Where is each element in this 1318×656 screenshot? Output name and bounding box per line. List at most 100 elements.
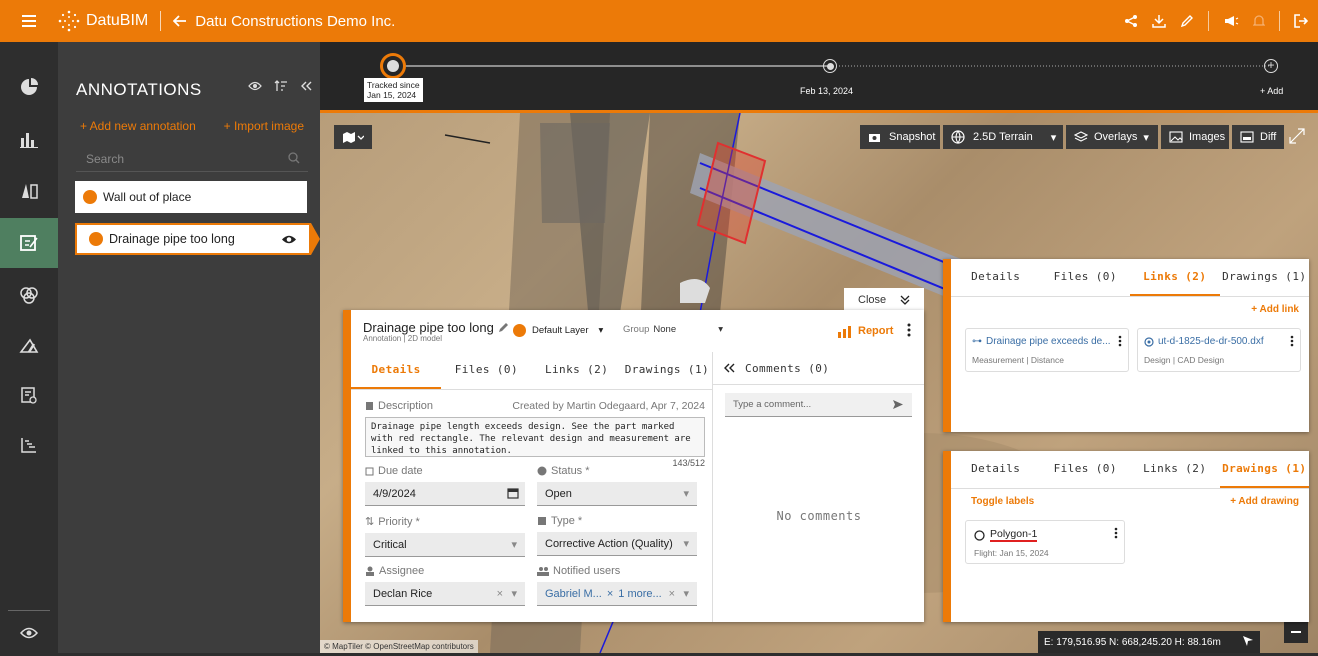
map-style-button[interactable] — [334, 125, 372, 149]
tracked-marker[interactable] — [380, 53, 406, 79]
link-meta: Measurement | Distance — [972, 355, 1064, 365]
timeline-marker[interactable] — [823, 59, 837, 73]
cad-icon — [1144, 336, 1154, 347]
tab-links[interactable]: Links (2) — [1130, 259, 1220, 296]
measure-icon: ⊶ — [972, 336, 982, 347]
coordinates-readout: E: 179,516.95 N: 668,245.20 H: 88.16m — [1038, 631, 1260, 653]
drawing-card[interactable]: Polygon-1 Flight: Jan 15, 2024 — [965, 520, 1125, 564]
announcement-icon[interactable] — [1223, 14, 1239, 28]
clear-icon[interactable]: × — [669, 588, 675, 600]
tab-details[interactable]: Details — [951, 451, 1041, 488]
annotation-item-selected[interactable]: Drainage pipe too long — [75, 223, 311, 255]
bell-icon[interactable] — [1253, 14, 1265, 28]
search-input[interactable]: Search — [76, 144, 308, 172]
snapshot-button[interactable]: Snapshot — [860, 125, 940, 149]
clear-icon[interactable]: × — [497, 588, 503, 600]
calendar-icon[interactable] — [507, 487, 519, 499]
description-textarea[interactable]: Drainage pipe length exceeds design. See… — [365, 417, 705, 457]
images-button[interactable]: Images — [1161, 125, 1229, 149]
nav-schedule-icon[interactable] — [0, 422, 58, 468]
sort-icon[interactable] — [274, 80, 288, 92]
edit-icon[interactable] — [1180, 14, 1194, 28]
tab-drawings[interactable]: Drawings (1) — [622, 352, 712, 389]
download-icon[interactable] — [1152, 14, 1166, 28]
link-title-row: ⊶ Drainage pipe exceeds de... — [972, 336, 1122, 347]
layer-select[interactable]: Default Layer ▾ — [513, 324, 603, 337]
link-card[interactable]: ut-d-1825-de-dr-500.dxf Design | CAD Des… — [1137, 328, 1301, 372]
assignee-select[interactable]: Declan Rice × ▾ — [365, 582, 525, 606]
send-icon[interactable] — [892, 399, 904, 410]
terrain-dropdown[interactable]: 2.5D Terrain ▾ — [943, 125, 1063, 149]
status-select[interactable]: Open ▾ — [537, 482, 697, 506]
share-icon[interactable] — [1124, 14, 1138, 28]
menu-icon[interactable] — [22, 15, 36, 27]
notified-select[interactable]: Gabriel M... × 1 more... × ▾ — [537, 582, 697, 606]
status-label: Status * — [537, 465, 697, 477]
nav-dashboard-icon[interactable] — [0, 64, 58, 110]
status-dot — [83, 190, 97, 204]
add-link-button[interactable]: + Add link — [1251, 304, 1299, 315]
nav-annotations-icon[interactable] — [0, 218, 58, 268]
status-value: Open — [545, 487, 572, 500]
images-label: Images — [1189, 131, 1226, 143]
diff-button[interactable]: Diff — [1232, 125, 1284, 149]
eye-icon[interactable] — [248, 81, 262, 91]
nav-visibility-eye-icon[interactable] — [0, 610, 58, 656]
add-annotation-link[interactable]: + Add new annotation — [80, 119, 196, 133]
add-flight-label[interactable]: + Add — [1260, 86, 1283, 96]
tab-files[interactable]: Files (0) — [1041, 259, 1131, 296]
more-options-icon[interactable] — [1118, 335, 1122, 347]
diff-label: Diff — [1260, 131, 1277, 143]
overlays-dropdown[interactable]: Overlays ▾ — [1066, 125, 1158, 149]
priority-select[interactable]: Critical ▾ — [365, 533, 525, 557]
back-arrow-icon[interactable] — [173, 15, 187, 27]
group-select[interactable]: Group None ▾ — [623, 324, 723, 335]
add-flight-icon[interactable]: + — [1264, 59, 1278, 73]
detail-tabs: Details Files (0) Links (2) Drawings (1) — [351, 352, 712, 390]
remove-chip-icon[interactable]: × — [607, 588, 613, 600]
tab-drawings[interactable]: Drawings (1) — [1219, 451, 1309, 488]
nav-layers-icon[interactable] — [0, 272, 58, 318]
type-select[interactable]: Corrective Action (Quality) ▾ — [537, 532, 697, 556]
report-button[interactable]: Report — [837, 324, 893, 338]
more-options-icon[interactable] — [1114, 527, 1118, 539]
collapse-comments-icon[interactable] — [723, 363, 735, 373]
more-options-icon[interactable] — [907, 323, 911, 337]
assignee-group: Assignee Declan Rice × ▾ — [365, 565, 525, 606]
add-drawing-button[interactable]: + Add drawing — [1230, 496, 1299, 507]
zoom-out-button[interactable] — [1284, 621, 1308, 643]
tab-links[interactable]: Links (2) — [532, 352, 622, 389]
due-date-field[interactable]: 4/9/2024 — [365, 482, 525, 506]
tab-details[interactable]: Details — [351, 352, 442, 389]
link-card[interactable]: ⊶ Drainage pipe exceeds de... Measurement… — [965, 328, 1129, 372]
expand-icon[interactable] — [1288, 127, 1306, 145]
annotations-panel: ANNOTATIONS + Add new annotation + Impor… — [58, 42, 320, 653]
import-image-link[interactable]: + Import image — [224, 119, 304, 133]
annotation-item[interactable]: Wall out of place — [75, 181, 307, 213]
nav-analytics-icon[interactable] — [0, 116, 58, 162]
tab-files[interactable]: Files (0) — [441, 352, 531, 389]
edit-pencil-icon[interactable] — [498, 322, 509, 333]
nav-design-icon[interactable] — [0, 322, 58, 368]
tab-details[interactable]: Details — [951, 259, 1041, 296]
tab-files[interactable]: Files (0) — [1041, 451, 1131, 488]
document-icon — [365, 401, 374, 411]
chevron-down-icon: ▾ — [511, 539, 517, 551]
tab-drawings[interactable]: Drawings (1) — [1220, 259, 1310, 296]
more-options-icon[interactable] — [1290, 335, 1294, 347]
toggle-labels-button[interactable]: Toggle labels — [971, 496, 1034, 507]
nav-reports-icon[interactable] — [0, 372, 58, 418]
nav-measure-icon[interactable] — [0, 168, 58, 214]
eye-icon[interactable] — [281, 234, 297, 245]
assignee-label: Assignee — [365, 565, 525, 577]
drawings-panel-tabs: Details Files (0) Links (2) Drawings (1) — [951, 451, 1309, 489]
search-icon — [288, 152, 300, 164]
link-meta: Design | CAD Design — [1144, 355, 1225, 365]
comment-input[interactable]: Type a comment... — [725, 393, 912, 417]
close-tab[interactable]: Close — [844, 288, 924, 312]
tab-links[interactable]: Links (2) — [1130, 451, 1220, 488]
project-title: Datu Constructions Demo Inc. — [195, 12, 396, 30]
collapse-icon[interactable] — [300, 81, 312, 91]
collapse-chevron-icon[interactable] — [900, 295, 910, 305]
logout-icon[interactable] — [1294, 14, 1308, 28]
